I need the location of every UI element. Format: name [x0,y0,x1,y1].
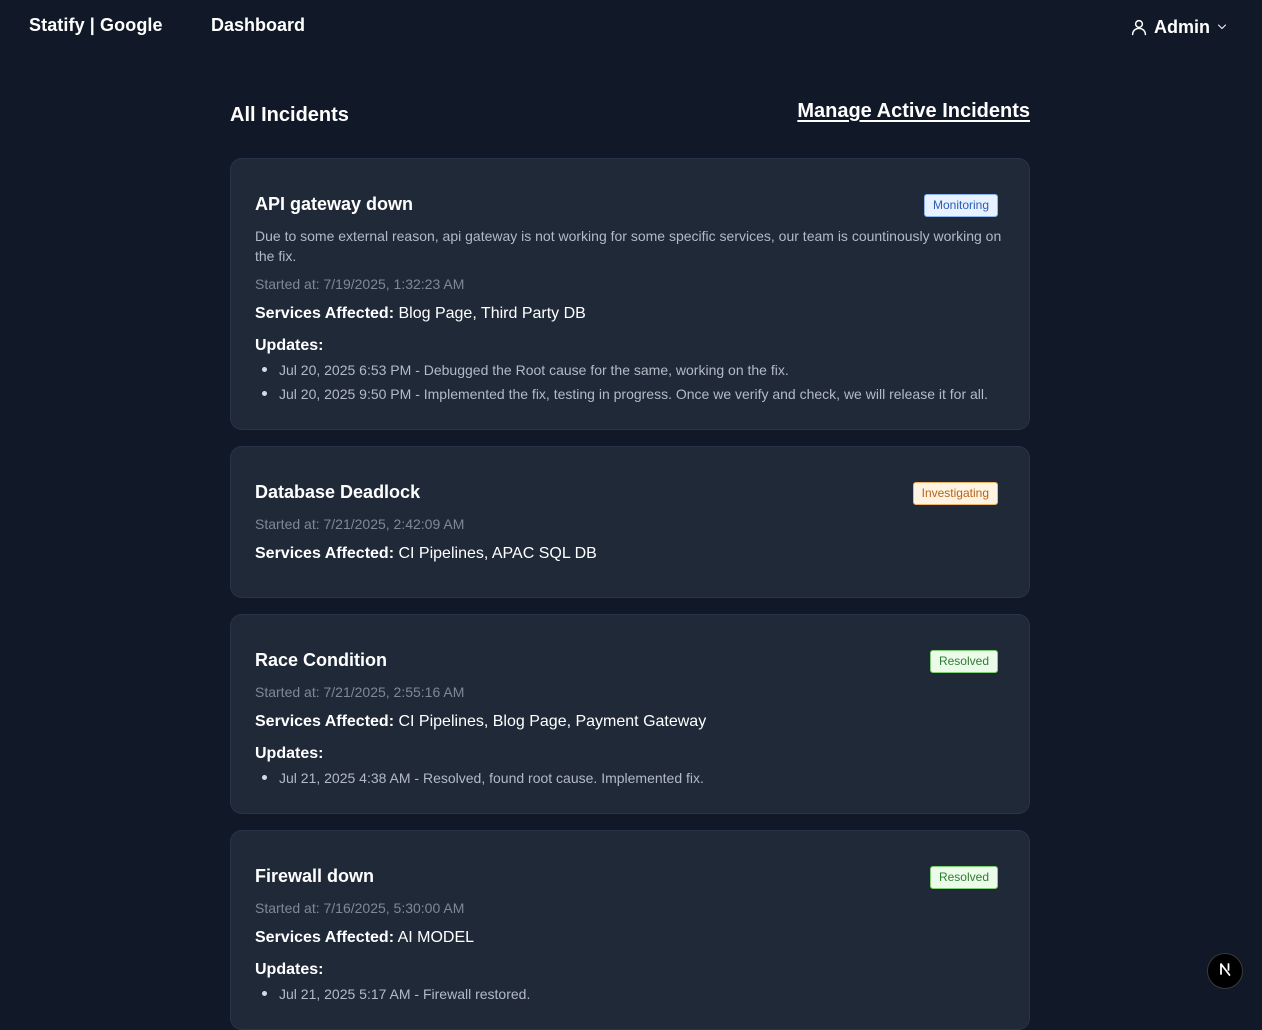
updates-list: Jul 21, 2025 4:38 AM - Resolved, found r… [255,766,1007,790]
services-affected-value: AI MODEL [397,929,475,946]
services-affected-label: Services Affected: [255,929,395,946]
incident-title: Database Deadlock [255,482,421,502]
incident-card: API gateway down Monitoring Due to some … [230,158,1030,430]
updates-heading: Updates: [255,337,324,354]
incident-description: Due to some external reason, api gateway… [255,228,1002,264]
updates-heading: Updates: [255,745,324,762]
update-item: Jul 21, 2025 5:17 AM - Firewall restored… [255,982,1007,1006]
incident-started-at: Started at: 7/21/2025, 2:42:09 AM [255,516,465,532]
nextjs-icon [1217,961,1233,982]
update-item: Jul 20, 2025 9:50 PM - Implemented the f… [255,382,1007,406]
updates-list: Jul 21, 2025 5:17 AM - Firewall restored… [255,982,1007,1006]
update-item: Jul 20, 2025 6:53 PM - Debugged the Root… [255,358,1007,382]
update-item: Jul 21, 2025 4:38 AM - Resolved, found r… [255,766,1007,790]
status-badge: Resolved [929,650,998,673]
services-affected-value: CI Pipelines, APAC SQL DB [398,545,597,562]
incident-started-at: Started at: 7/16/2025, 5:30:00 AM [255,900,465,916]
status-badge: Monitoring [923,194,998,217]
incident-title: Race Condition [255,650,388,670]
services-affected-value: Blog Page, Third Party DB [398,305,586,322]
incident-title: Firewall down [255,866,375,886]
user-icon [1130,18,1148,36]
services-affected-label: Services Affected: [255,713,395,730]
nextjs-dev-badge[interactable] [1207,953,1243,989]
user-menu-label: Admin [1154,16,1210,37]
page-title: All Incidents [230,104,349,126]
incident-title: API gateway down [255,194,414,214]
status-badge: Resolved [929,866,998,889]
brand-logo[interactable]: Statify | Google [29,15,163,36]
incident-started-at: Started at: 7/19/2025, 1:32:23 AM [255,276,465,292]
user-menu-button[interactable]: Admin [1130,14,1228,40]
services-affected-value: CI Pipelines, Blog Page, Payment Gateway [398,713,707,730]
services-affected-label: Services Affected: [255,305,395,322]
nav-dashboard-link[interactable]: Dashboard [211,15,305,36]
updates-list: Jul 20, 2025 6:53 PM - Debugged the Root… [255,358,1007,406]
incident-card: Race Condition Resolved Started at: 7/21… [230,614,1030,814]
services-affected: Services Affected: CI Pipelines, Blog Pa… [255,713,706,731]
manage-active-incidents-link[interactable]: Manage Active Incidents [797,100,1030,123]
chevron-down-icon [1216,21,1228,33]
incident-started-at: Started at: 7/21/2025, 2:55:16 AM [255,684,465,700]
services-affected: Services Affected: AI MODEL [255,929,474,947]
services-affected: Services Affected: Blog Page, Third Part… [255,305,586,323]
top-navbar: Statify | Google Dashboard Admin [0,0,1262,54]
status-badge: Investigating [912,482,998,505]
services-affected-label: Services Affected: [255,545,395,562]
services-affected: Services Affected: CI Pipelines, APAC SQ… [255,545,597,563]
updates-heading: Updates: [255,961,324,978]
incident-card: Database Deadlock Investigating Started … [230,446,1030,598]
incident-card: Firewall down Resolved Started at: 7/16/… [230,830,1030,1030]
